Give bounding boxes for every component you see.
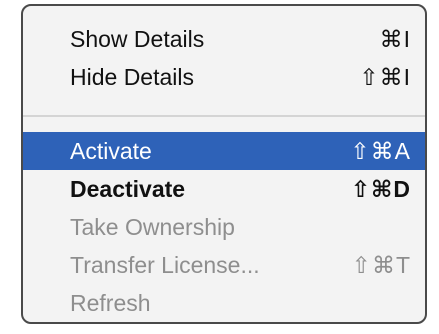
- menu-item-label: Activate: [70, 137, 152, 164]
- menu-item-refresh: Refresh: [23, 284, 425, 322]
- menu-item-shortcut: ⇧⌘I: [359, 63, 411, 90]
- menu-separator: [23, 115, 425, 117]
- menu-item-label: Hide Details: [70, 63, 194, 90]
- menu-item-label: Take Ownership: [70, 213, 235, 240]
- menu-item-label: Refresh: [70, 289, 151, 316]
- menu-item-label: Deactivate: [70, 175, 186, 202]
- menu-item-show-details[interactable]: Show Details ⌘I: [23, 20, 425, 58]
- menu-item-shortcut: ⌘I: [379, 25, 411, 52]
- menu-item-activate[interactable]: Activate ⇧⌘A: [23, 132, 425, 170]
- menu-item-take-ownership: Take Ownership: [23, 208, 425, 246]
- menu-item-transfer-license: Transfer License... ⇧⌘T: [23, 246, 425, 284]
- menu-item-hide-details[interactable]: Hide Details ⇧⌘I: [23, 58, 425, 96]
- menu-item-label: Transfer License...: [70, 251, 260, 278]
- menu-item-shortcut: ⇧⌘A: [350, 137, 411, 164]
- menu-item-shortcut: ⇧⌘T: [351, 251, 411, 278]
- context-menu: Show Details ⌘I Hide Details ⇧⌘I Activat…: [21, 4, 427, 324]
- menu-item-deactivate[interactable]: Deactivate ⇧⌘D: [23, 170, 425, 208]
- menu-item-shortcut: ⇧⌘D: [350, 175, 411, 202]
- menu-item-label: Show Details: [70, 25, 205, 52]
